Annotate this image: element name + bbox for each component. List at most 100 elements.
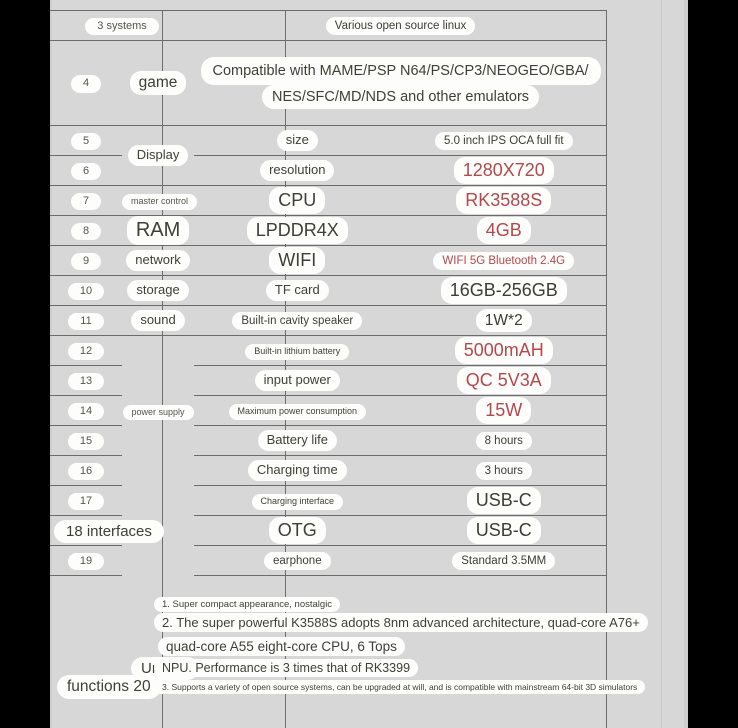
row-12-value: 5000mAH: [454, 337, 553, 364]
row-7-category-cell: master control: [122, 185, 198, 216]
row-10-number-cell: 10: [50, 275, 123, 306]
row-5-item: size: [276, 130, 318, 151]
row-10-value: 16GB-256GB: [440, 277, 567, 304]
row-7-number: 7: [70, 192, 102, 211]
row-8-item: LPDDR4X: [246, 217, 348, 244]
row-9-number-cell: 9: [50, 245, 123, 276]
row-13-value: QC 5V3A: [456, 367, 551, 394]
row-15-value-cell: 8 hours: [400, 425, 607, 456]
row-9-item: WIFI: [269, 247, 326, 274]
row-6-number-cell: 6: [50, 155, 123, 186]
row-5-category: Display: [127, 145, 189, 166]
row-13-item-cell: input power: [194, 365, 401, 396]
row-17-value-cell: USB-C: [400, 485, 607, 516]
row-8-number: 8: [70, 222, 102, 241]
row-3-value-cell: Various open source linux: [194, 10, 607, 41]
row-15-number-cell: 15: [50, 425, 123, 456]
unique-functions-label-line2: functions 20: [57, 675, 161, 699]
row-19-number: 19: [67, 552, 105, 571]
row-16-item: Charging time: [247, 460, 347, 481]
unique-function-item-2-end: NPU. Performance is 3 times that of RK33…: [154, 659, 419, 677]
table-row: 11 sound Built-in cavity speaker 1W*2: [50, 305, 607, 336]
table-row: 8 RAM LPDDR4X 4GB: [50, 215, 607, 246]
row-11-number-cell: 11: [50, 305, 123, 336]
row-15-number: 15: [67, 432, 105, 451]
row-3-value: Various open source linux: [325, 16, 476, 36]
row-13-number-cell: 13: [50, 365, 123, 396]
unique-function-item-3: 3. Supports a variety of open source sys…: [154, 680, 646, 694]
row-10-number: 10: [67, 282, 105, 301]
row-18-span-cell: 18 interfaces: [50, 515, 164, 546]
row-10-item: TF card: [265, 280, 329, 301]
row-7-value: RK3588S: [456, 187, 552, 214]
row-19-item-cell: earphone: [194, 545, 401, 576]
row-8-category: RAM: [126, 216, 190, 245]
row-9-value: WIFI 5G Bluetooth 2.4G: [433, 251, 575, 271]
table-row: 3 systems Various open source linux: [50, 10, 607, 41]
row-6-value-cell: 1280X720: [400, 155, 607, 186]
row-11-value: 1W*2: [475, 308, 532, 333]
row-15-item-cell: Battery life: [194, 425, 401, 456]
row-8-value-cell: 4GB: [400, 215, 607, 246]
row-7-item: CPU: [269, 187, 326, 214]
row-6-item-cell: resolution: [194, 155, 401, 186]
row-18-value: USB-C: [466, 517, 541, 544]
table-row: 10 storage TF card 16GB-256GB: [50, 275, 607, 306]
power-supply-category: power supply: [122, 404, 194, 420]
row-18-value-cell: USB-C: [400, 515, 607, 546]
row-6-number: 6: [70, 162, 102, 181]
row-16-value-cell: 3 hours: [400, 455, 607, 486]
row-9-item-cell: WIFI: [194, 245, 401, 276]
row-12-category-cell: power supply: [122, 336, 194, 486]
row-12-value-cell: 5000mAH: [400, 335, 607, 366]
row-14-value-cell: 15W: [400, 395, 607, 426]
row-11-number: 11: [68, 312, 104, 331]
row-16-item-cell: Charging time: [194, 455, 401, 486]
row-5-category-cell: Display: [122, 126, 194, 186]
row-5-number: 5: [70, 132, 102, 151]
row-11-category: sound: [131, 310, 185, 331]
row-4-value-cell: Compatible with MAME/PSP N64/PS/CP3/NEOG…: [194, 40, 607, 126]
row-14-value: 15W: [476, 397, 532, 424]
row-10-value-cell: 16GB-256GB: [400, 275, 607, 306]
row-4-value-line1: Compatible with MAME/PSP N64/PS/CP3/NEOG…: [200, 56, 601, 85]
row-8-number-cell: 8: [50, 215, 123, 246]
row-18-item: OTG: [268, 517, 326, 544]
row-4-number: 4: [70, 75, 102, 93]
row-13-number: 13: [67, 372, 105, 391]
row-14-item-cell: Maximum power consumption: [194, 395, 401, 426]
row-11-value-cell: 1W*2: [400, 305, 607, 336]
specification-table: 3 systems Various open source linux 4 ga…: [50, 10, 607, 576]
row-19-number-cell: 19: [50, 545, 123, 576]
row-12-number: 12: [67, 342, 105, 361]
unique-function-item-2: 2. The super powerful K3588S adopts 8nm …: [154, 613, 648, 632]
row-18-span-label: 18 interfaces: [54, 520, 164, 543]
row-19-item: earphone: [263, 551, 331, 571]
row-6-value: 1280X720: [453, 157, 554, 184]
row-9-number: 9: [70, 252, 102, 271]
row-14-number: 14: [67, 402, 105, 421]
row-7-category: master control: [122, 194, 198, 210]
row-4-number-cell: 4: [50, 40, 123, 126]
row-16-number: 16: [67, 462, 105, 481]
row-7-value-cell: RK3588S: [400, 185, 607, 216]
row-17-item: Charging interface: [251, 494, 344, 510]
table-row: 5 Display size 5.0 inch IPS OCA full fit: [50, 125, 607, 166]
row-8-item-cell: LPDDR4X: [194, 215, 401, 246]
unique-function-item-1: 1. Super compact appearance, nostalgic: [154, 597, 341, 612]
row-15-item: Battery life: [257, 430, 337, 451]
table-row: 18 interfaces OTG USB-C: [50, 515, 607, 546]
row-12-item-cell: Built-in lithium battery: [194, 335, 401, 366]
row-5-value-cell: 5.0 inch IPS OCA full fit: [400, 125, 607, 156]
row-18-item-cell: OTG: [194, 515, 401, 546]
row-12-item: Built-in lithium battery: [245, 344, 350, 360]
row-10-item-cell: TF card: [194, 275, 401, 306]
row-16-value: 3 hours: [475, 461, 532, 481]
row-7-number-cell: 7: [50, 185, 123, 216]
row-17-value: USB-C: [466, 487, 541, 514]
row-13-item: input power: [254, 370, 340, 391]
row-17-item-cell: Charging interface: [194, 485, 401, 516]
row-5-value: 5.0 inch IPS OCA full fit: [434, 131, 573, 151]
row-5-number-cell: 5: [50, 125, 123, 156]
row-10-category-cell: storage: [122, 275, 195, 306]
